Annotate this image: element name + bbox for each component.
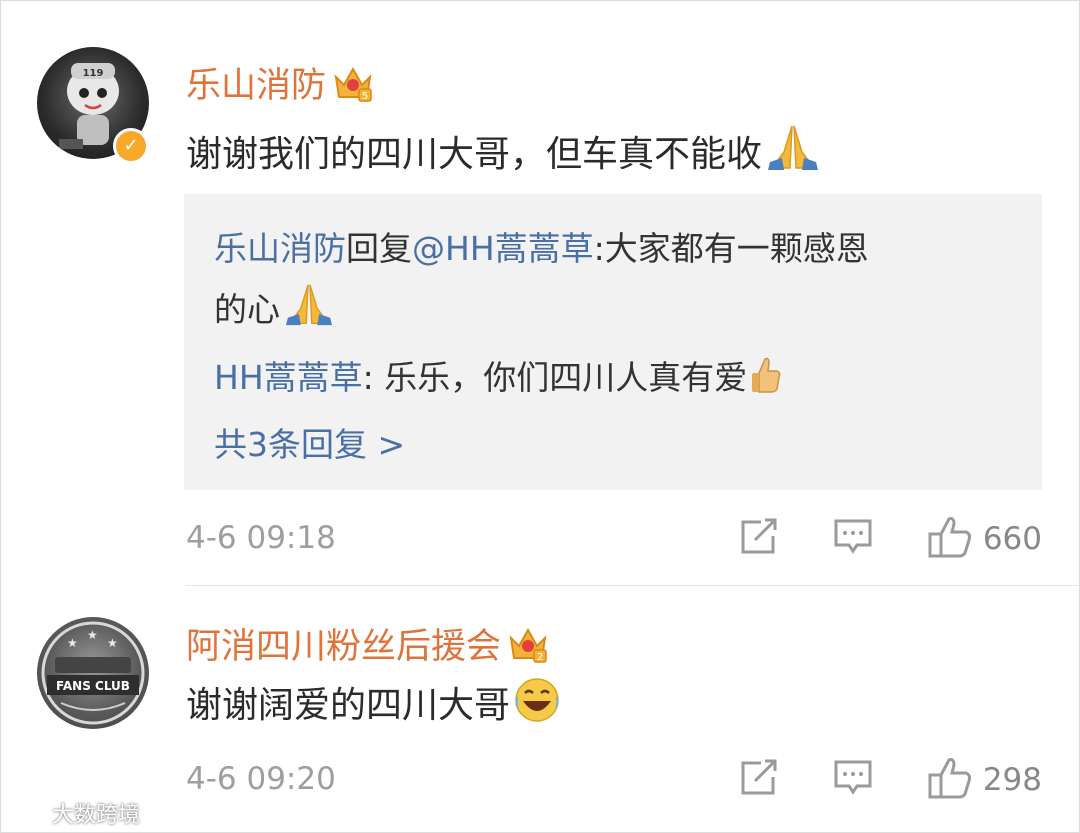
mention-link[interactable]: @HH蒿蒿草 — [412, 229, 594, 268]
like-count: 660 — [982, 521, 1042, 557]
reply-item[interactable]: HH蒿蒿草: 乐乐，你们四川人真有爱 — [214, 351, 783, 403]
watermark: 大数跨境 — [8, 797, 140, 829]
comment-item: ★ ★ ★ FANS CLUB 阿消四川粉丝后援会 2 谢谢阔爱的四川大哥 4-6 … — [0, 586, 1080, 833]
avatar[interactable]: ★ ★ ★ FANS CLUB — [37, 617, 149, 729]
action-bar: 660 — [685, 516, 1042, 562]
comment-icon[interactable] — [833, 759, 873, 801]
svg-text:5: 5 — [362, 91, 368, 102]
comment-text: 谢谢阔爱的四川大哥 — [186, 676, 562, 732]
reply-preview-box[interactable]: 乐山消防回复@HH蒿蒿草:大家都有一颗感恩 的心 HH蒿蒿草: 乐乐，你们四川人… — [184, 194, 1042, 490]
like-icon — [927, 757, 973, 803]
like-count: 298 — [982, 762, 1042, 798]
svg-text:2: 2 — [537, 652, 543, 663]
svg-text:★: ★ — [87, 628, 98, 642]
pray-emoji — [764, 122, 822, 181]
repost-icon[interactable] — [739, 518, 779, 560]
svg-text:119: 119 — [83, 68, 104, 79]
reply-username[interactable]: HH蒿蒿草 — [214, 358, 363, 397]
timestamp: 4-6 09:18 — [186, 520, 336, 556]
timestamp: 4-6 09:20 — [186, 761, 336, 797]
comment-item: 119 ✓ 乐山消防 5 谢谢我们的四川大哥，但车真不能收 乐山消防回复@HH蒿… — [0, 0, 1080, 585]
like-button[interactable]: 298 — [927, 757, 1042, 803]
verified-badge-icon: ✓ — [113, 128, 149, 164]
more-replies-link[interactable]: 共3条回复 > — [214, 418, 405, 466]
action-bar: 298 — [685, 757, 1042, 803]
comment-icon[interactable] — [833, 518, 873, 560]
reply-item[interactable]: 乐山消防回复@HH蒿蒿草:大家都有一颗感恩 — [214, 222, 869, 270]
like-icon — [927, 516, 973, 562]
svg-text:★: ★ — [67, 636, 78, 650]
pray-emoji — [282, 281, 336, 335]
like-button[interactable]: 660 — [927, 516, 1042, 562]
svg-text:FANS CLUB: FANS CLUB — [56, 679, 130, 693]
reply-item-continued: 的心 — [214, 281, 336, 335]
crown-icon: 2 — [507, 624, 549, 664]
crown-icon: 5 — [332, 63, 374, 103]
laughing-emoji — [512, 677, 562, 732]
reply-username[interactable]: 乐山消防 — [214, 229, 346, 268]
svg-text:★: ★ — [107, 636, 118, 650]
comment-text: 谢谢我们的四川大哥，但车真不能收 — [186, 122, 822, 181]
username[interactable]: 阿消四川粉丝后援会 2 — [186, 618, 549, 669]
thumbs-up-emoji — [749, 355, 783, 403]
username[interactable]: 乐山消防 5 — [186, 57, 374, 108]
repost-icon[interactable] — [739, 759, 779, 801]
